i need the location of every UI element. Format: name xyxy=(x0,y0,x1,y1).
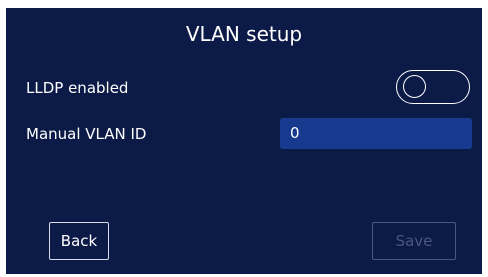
vlan-setup-screen: VLAN setup LLDP enabled Manual VLAN ID 0… xyxy=(6,8,482,274)
save-button[interactable]: Save xyxy=(372,222,456,260)
vlan-id-input[interactable]: 0 xyxy=(280,118,472,149)
page-title: VLAN setup xyxy=(185,22,303,46)
vlan-id-label: Manual VLAN ID xyxy=(26,125,147,143)
toggle-knob xyxy=(403,75,426,98)
lldp-toggle[interactable] xyxy=(396,70,470,104)
lldp-label: LLDP enabled xyxy=(26,79,129,97)
back-button[interactable]: Back xyxy=(49,222,109,260)
